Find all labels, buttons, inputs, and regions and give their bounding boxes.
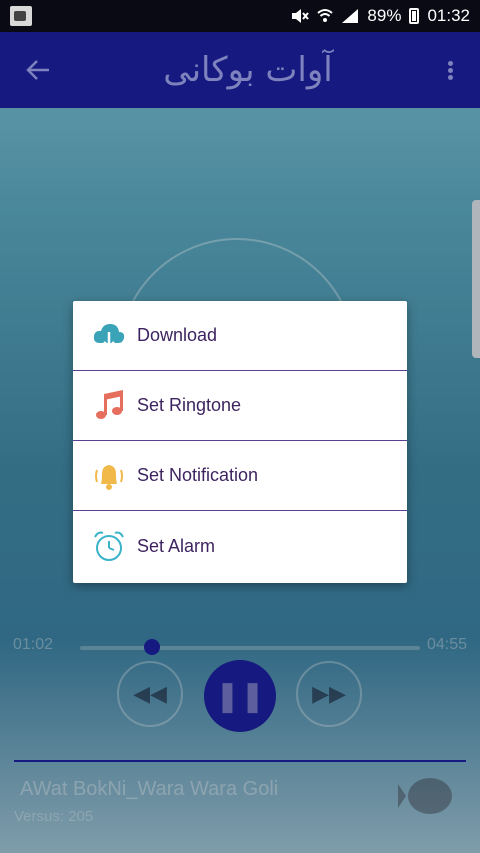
battery-percent: 89%	[367, 6, 402, 25]
menu-item-set-ringtone[interactable]: Set Ringtone	[73, 371, 407, 441]
cloud-download-icon	[91, 318, 127, 354]
menu-item-label: Set Alarm	[137, 535, 216, 556]
status-bar: 89% 01:32	[0, 0, 480, 32]
menu-item-download[interactable]: Download	[73, 301, 407, 371]
battery-icon	[409, 8, 420, 24]
mute-icon	[292, 9, 310, 23]
bell-icon	[91, 458, 127, 494]
menu-item-label: Download	[137, 325, 218, 345]
menu-item-label: Set Ringtone	[137, 395, 242, 415]
player-screen: 89% 01:32 آوات بوکانی 01:02 04:55 ◀◀ ❚❚ …	[0, 0, 480, 853]
notification-thumbnail-icon	[10, 6, 32, 26]
alarm-clock-icon	[91, 528, 127, 564]
wifi-icon	[317, 9, 334, 22]
music-note-icon	[91, 388, 127, 424]
menu-item-label: Set Notification	[137, 465, 259, 485]
action-menu: Download Set Ringtone Set Notification S…	[73, 301, 407, 583]
clock: 01:32	[427, 6, 470, 25]
menu-item-set-alarm[interactable]: Set Alarm	[73, 511, 407, 581]
signal-icon	[342, 9, 359, 23]
menu-item-set-notification[interactable]: Set Notification	[73, 441, 407, 511]
